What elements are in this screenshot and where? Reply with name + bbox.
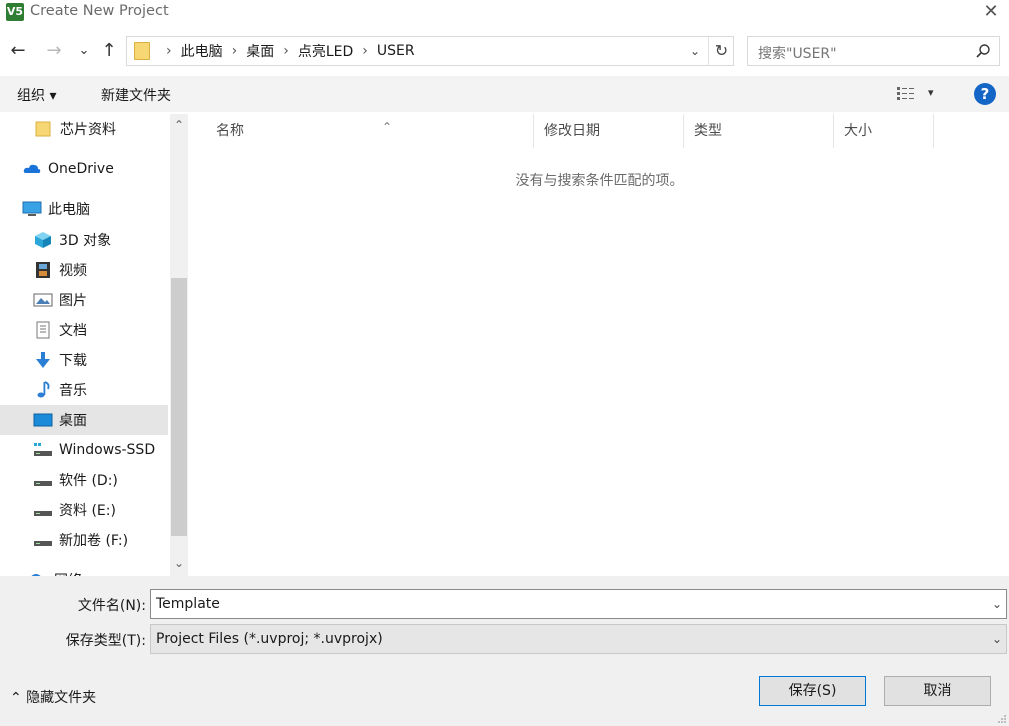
- folder-icon: [35, 121, 51, 137]
- hide-folders-button[interactable]: ⌃ 隐藏文件夹: [10, 687, 96, 707]
- nav-item-label: 资料 (E:): [59, 503, 116, 519]
- nav-item-label: Windows-SSD: [59, 442, 156, 458]
- window-title: Create New Project: [30, 3, 169, 19]
- nav-item-music[interactable]: 音乐: [0, 375, 168, 405]
- forward-arrow-icon[interactable]: →: [44, 40, 64, 62]
- cube-icon: [35, 232, 51, 248]
- nav-item-drive-e[interactable]: 资料 (E:): [0, 495, 168, 525]
- film-icon: [36, 262, 50, 278]
- picture-icon: [33, 293, 53, 307]
- recent-locations-chevron-icon[interactable]: ⌄: [74, 40, 94, 62]
- nav-item-label: 桌面: [59, 413, 87, 429]
- breadcrumb-separator[interactable]: ›: [283, 43, 289, 59]
- nav-item-chip-docs[interactable]: 芯片资料: [0, 114, 168, 144]
- download-icon: [36, 352, 50, 368]
- nav-item-label: 3D 对象: [59, 233, 112, 249]
- search-input[interactable]: 搜索"USER": [747, 36, 1000, 66]
- address-dropdown-icon[interactable]: ⌄: [686, 44, 704, 60]
- nav-item-label: 视频: [59, 263, 87, 279]
- help-icon[interactable]: ?: [974, 83, 996, 105]
- nav-item-label: 下载: [59, 353, 87, 369]
- empty-results-message: 没有与搜索条件匹配的项。: [515, 173, 684, 189]
- nav-item-label: 音乐: [59, 383, 87, 399]
- back-arrow-icon[interactable]: ←: [8, 40, 28, 62]
- file-list: 名称 ⌃ 修改日期 类型 大小 没有与搜索条件匹配的项。: [190, 114, 1009, 576]
- cancel-button[interactable]: 取消: [884, 676, 991, 706]
- chevron-down-icon[interactable]: ⌄: [992, 625, 1002, 653]
- column-header-size[interactable]: 大小: [834, 114, 934, 148]
- nav-item-drive-f[interactable]: 新加卷 (F:): [0, 525, 168, 555]
- filename-input[interactable]: Template ⌄: [150, 589, 1007, 619]
- nav-item-onedrive[interactable]: OneDrive: [0, 154, 168, 184]
- column-header-type[interactable]: 类型: [684, 114, 834, 148]
- breadcrumb-separator[interactable]: ›: [232, 43, 238, 59]
- nav-item-documents[interactable]: 文档: [0, 315, 168, 345]
- nav-item-label: 此电脑: [48, 202, 90, 218]
- breadcrumb-item-project-folder[interactable]: 点亮LED: [298, 41, 353, 61]
- breadcrumb-item-user[interactable]: USER: [377, 43, 415, 59]
- sort-ascending-icon: ⌃: [382, 120, 393, 134]
- scroll-up-chevron-icon[interactable]: ⌃: [170, 118, 188, 132]
- filetype-label: 保存类型(T):: [65, 633, 146, 649]
- computer-icon: [22, 201, 42, 216]
- nav-item-label: 文档: [59, 323, 87, 339]
- drive-icon: [34, 443, 52, 456]
- keil-app-icon: V5: [6, 3, 24, 21]
- search-icon[interactable]: [975, 43, 991, 59]
- nav-item-label: 软件 (D:): [59, 473, 118, 489]
- folder-icon: [134, 42, 150, 60]
- new-folder-button[interactable]: 新建文件夹: [101, 85, 171, 105]
- drive-icon: [34, 541, 52, 546]
- breadcrumb-separator[interactable]: ›: [362, 43, 368, 59]
- breadcrumb: › 此电脑 › 桌面 › 点亮LED › USER: [157, 37, 415, 65]
- filetype-value: Project Files (*.uvproj; *.uvprojx): [156, 631, 383, 647]
- nav-item-3d-objects[interactable]: 3D 对象: [0, 225, 168, 255]
- toolbar: 组织 ▾ 新建文件夹 ▾ ?: [0, 76, 1009, 112]
- nav-item-downloads[interactable]: 下载: [0, 345, 168, 375]
- breadcrumb-item-this-pc[interactable]: 此电脑: [181, 41, 223, 61]
- column-header-date-modified[interactable]: 修改日期: [534, 114, 684, 148]
- organize-menu-button[interactable]: 组织 ▾: [17, 85, 56, 105]
- breadcrumb-item-desktop[interactable]: 桌面: [246, 41, 274, 61]
- save-form: 文件名(N): Template ⌄ 保存类型(T): Project File…: [0, 576, 1009, 726]
- search-placeholder: 搜索"USER": [758, 46, 837, 62]
- nav-item-desktop[interactable]: 桌面: [0, 405, 168, 435]
- close-icon[interactable]: ✕: [981, 2, 1001, 22]
- nav-item-pictures[interactable]: 图片: [0, 285, 168, 315]
- title-bar: V5 Create New Project ✕: [0, 0, 1009, 26]
- view-options-chevron-icon[interactable]: ▾: [928, 86, 934, 99]
- drive-icon: [34, 511, 52, 516]
- nav-item-network[interactable]: 网络: [0, 565, 168, 576]
- nav-item-windows-ssd[interactable]: Windows-SSD: [0, 435, 168, 465]
- save-button[interactable]: 保存(S): [759, 676, 866, 706]
- column-header-name[interactable]: 名称 ⌃: [206, 114, 534, 148]
- drive-icon: [34, 481, 52, 486]
- view-details-icon[interactable]: [896, 85, 916, 103]
- resize-grip-icon[interactable]: [997, 714, 1007, 724]
- document-icon: [36, 321, 50, 339]
- refresh-icon[interactable]: ↻: [708, 37, 734, 65]
- nav-item-label: 芯片资料: [60, 122, 116, 138]
- cloud-icon: [23, 164, 41, 173]
- scroll-down-chevron-icon[interactable]: ⌄: [170, 556, 188, 570]
- filename-label: 文件名(N):: [77, 598, 146, 614]
- filetype-select[interactable]: Project Files (*.uvproj; *.uvprojx) ⌄: [150, 624, 1007, 654]
- scrollbar-thumb[interactable]: [171, 278, 187, 536]
- nav-item-this-pc[interactable]: 此电脑: [0, 194, 168, 224]
- desktop-icon: [33, 413, 53, 427]
- nav-item-drive-d[interactable]: 软件 (D:): [0, 465, 168, 495]
- nav-item-label: OneDrive: [48, 161, 114, 177]
- chevron-down-icon[interactable]: ⌄: [992, 590, 1002, 618]
- nav-item-videos[interactable]: 视频: [0, 255, 168, 285]
- nav-item-label: 图片: [59, 293, 87, 309]
- filename-value: Template: [156, 596, 220, 612]
- music-icon: [37, 381, 50, 398]
- column-header-label: 名称: [216, 123, 244, 139]
- nav-pane-scrollbar[interactable]: ⌃ ⌄: [170, 114, 188, 576]
- navigation-pane: 芯片资料 OneDrive 此电脑 3D 对象 视频 图片 文档 下载 音乐 桌…: [0, 114, 170, 576]
- breadcrumb-separator: ›: [166, 43, 172, 59]
- up-arrow-icon[interactable]: ↑: [99, 40, 119, 62]
- nav-item-label: 新加卷 (F:): [59, 533, 129, 549]
- address-bar[interactable]: › 此电脑 › 桌面 › 点亮LED › USER: [126, 36, 734, 66]
